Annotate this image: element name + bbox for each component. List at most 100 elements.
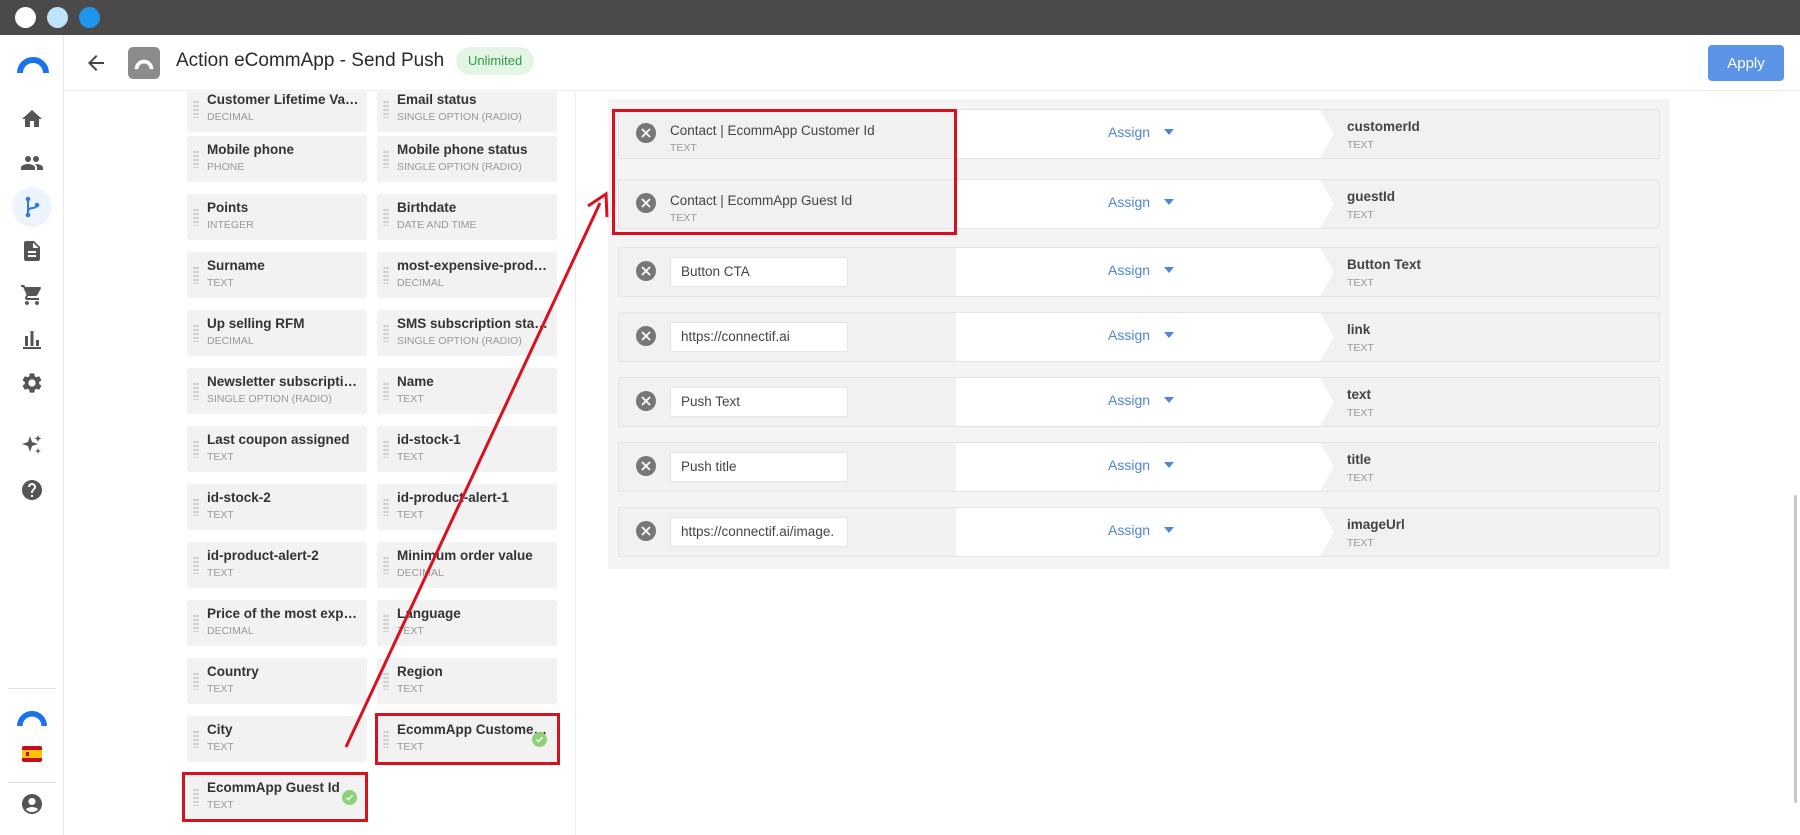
- drag-handle-icon[interactable]: [193, 382, 199, 400]
- bar-chart-icon[interactable]: [18, 325, 46, 353]
- field-card[interactable]: id-stock-2 TEXT: [187, 484, 367, 530]
- assign-dropdown[interactable]: Assign: [1108, 194, 1175, 210]
- drag-handle-icon[interactable]: [193, 150, 199, 168]
- assign-dropdown[interactable]: Assign: [1108, 457, 1175, 473]
- window-titlebar: [0, 0, 1800, 35]
- field-card[interactable]: Birthdate DATE AND TIME: [377, 194, 557, 240]
- connectif-logo-icon[interactable]: [16, 703, 48, 731]
- contact-fields-panel: Customer Lifetime Val... DECIMAL Email s…: [64, 92, 576, 835]
- field-card[interactable]: most-expensive-produ... DECIMAL: [377, 252, 557, 298]
- gear-icon[interactable]: [18, 369, 46, 397]
- scrollbar-thumb[interactable]: [1794, 495, 1797, 803]
- target-field-type: TEXT: [1347, 472, 1374, 484]
- drag-handle-icon[interactable]: [383, 150, 389, 168]
- workflow-icon[interactable]: [12, 187, 52, 227]
- field-type: TEXT: [207, 277, 234, 289]
- remove-icon[interactable]: [636, 261, 656, 281]
- field-card[interactable]: Points INTEGER: [187, 194, 367, 240]
- close-icon[interactable]: [15, 7, 36, 28]
- connectif-logo-icon[interactable]: [17, 50, 49, 78]
- user-icon[interactable]: [18, 790, 46, 818]
- field-card[interactable]: Mobile phone status SINGLE OPTION (RADIO…: [377, 136, 557, 182]
- apply-button[interactable]: Apply: [1708, 45, 1784, 81]
- field-card[interactable]: Email status SINGLE OPTION (RADIO): [377, 92, 557, 132]
- source-value-input[interactable]: Push title: [670, 452, 848, 482]
- caret-down-icon: [1164, 527, 1175, 533]
- home-icon[interactable]: [18, 105, 46, 133]
- caret-down-icon: [1164, 332, 1175, 338]
- drag-handle-icon[interactable]: [383, 266, 389, 284]
- drag-handle-icon[interactable]: [383, 556, 389, 574]
- drag-handle-icon[interactable]: [193, 614, 199, 632]
- highlight-box: [375, 713, 560, 765]
- field-type: DECIMAL: [397, 567, 444, 579]
- field-card[interactable]: id-product-alert-2 TEXT: [187, 542, 367, 588]
- mapping-row: Button CTA Assign Button Text TEXT: [618, 247, 1660, 297]
- drag-handle-icon[interactable]: [383, 440, 389, 458]
- source-value-input[interactable]: Push Text: [670, 387, 848, 417]
- assign-dropdown[interactable]: Assign: [1108, 124, 1175, 140]
- drag-handle-icon[interactable]: [193, 440, 199, 458]
- cart-icon[interactable]: [18, 281, 46, 309]
- field-card[interactable]: Surname TEXT: [187, 252, 367, 298]
- assign-label: Assign: [1108, 522, 1151, 538]
- drag-handle-icon[interactable]: [193, 100, 199, 118]
- field-card[interactable]: Region TEXT: [377, 658, 557, 704]
- sparkles-icon[interactable]: [18, 431, 46, 459]
- drag-handle-icon[interactable]: [383, 498, 389, 516]
- people-icon[interactable]: [18, 149, 46, 177]
- drag-handle-icon[interactable]: [383, 100, 389, 118]
- drag-handle-icon[interactable]: [193, 730, 199, 748]
- source-value-input[interactable]: Button CTA: [670, 257, 848, 287]
- field-card[interactable]: SMS subscription status SINGLE OPTION (R…: [377, 310, 557, 356]
- field-card[interactable]: Mobile phone PHONE: [187, 136, 367, 182]
- field-type: TEXT: [207, 567, 234, 579]
- target-field-type: TEXT: [1347, 277, 1374, 289]
- field-card[interactable]: id-product-alert-1 TEXT: [377, 484, 557, 530]
- field-card[interactable]: Price of the most expe... DECIMAL: [187, 600, 367, 646]
- spain-flag-icon[interactable]: [18, 740, 46, 768]
- field-card[interactable]: id-stock-1 TEXT: [377, 426, 557, 472]
- drag-handle-icon[interactable]: [383, 614, 389, 632]
- caret-down-icon: [1164, 129, 1175, 135]
- assign-dropdown[interactable]: Assign: [1108, 392, 1175, 408]
- maximize-icon[interactable]: [79, 7, 100, 28]
- assign-dropdown[interactable]: Assign: [1108, 262, 1175, 278]
- drag-handle-icon[interactable]: [383, 208, 389, 226]
- field-type: TEXT: [397, 683, 424, 695]
- field-card[interactable]: Up selling RFM DECIMAL: [187, 310, 367, 356]
- chevron-decor: [1320, 378, 1334, 426]
- assign-dropdown[interactable]: Assign: [1108, 522, 1175, 538]
- drag-handle-icon[interactable]: [383, 324, 389, 342]
- field-type: SINGLE OPTION (RADIO): [397, 335, 522, 347]
- minimize-icon[interactable]: [47, 7, 68, 28]
- drag-handle-icon[interactable]: [193, 672, 199, 690]
- assign-dropdown[interactable]: Assign: [1108, 327, 1175, 343]
- source-value-input[interactable]: https://connectif.ai/image.: [670, 517, 848, 547]
- drag-handle-icon[interactable]: [193, 498, 199, 516]
- field-card[interactable]: Name TEXT: [377, 368, 557, 414]
- help-icon[interactable]: [18, 476, 46, 504]
- back-arrow-icon[interactable]: [84, 51, 108, 75]
- drag-handle-icon[interactable]: [383, 672, 389, 690]
- field-type: DECIMAL: [397, 277, 444, 289]
- remove-icon[interactable]: [636, 521, 656, 541]
- field-card[interactable]: Newsletter subscriptio... SINGLE OPTION …: [187, 368, 367, 414]
- remove-icon[interactable]: [636, 391, 656, 411]
- field-card[interactable]: City TEXT: [187, 716, 367, 762]
- drag-handle-icon[interactable]: [383, 382, 389, 400]
- target-field-type: TEXT: [1347, 139, 1374, 151]
- field-card[interactable]: Last coupon assigned TEXT: [187, 426, 367, 472]
- document-icon[interactable]: [18, 237, 46, 265]
- drag-handle-icon[interactable]: [193, 556, 199, 574]
- drag-handle-icon[interactable]: [193, 324, 199, 342]
- remove-icon[interactable]: [636, 456, 656, 476]
- field-card[interactable]: Country TEXT: [187, 658, 367, 704]
- remove-icon[interactable]: [636, 326, 656, 346]
- drag-handle-icon[interactable]: [193, 208, 199, 226]
- field-card[interactable]: Minimum order value DECIMAL: [377, 542, 557, 588]
- source-value-input[interactable]: https://connectif.ai: [670, 322, 848, 352]
- field-card[interactable]: Customer Lifetime Val... DECIMAL: [187, 92, 367, 132]
- drag-handle-icon[interactable]: [193, 266, 199, 284]
- field-card[interactable]: Language TEXT: [377, 600, 557, 646]
